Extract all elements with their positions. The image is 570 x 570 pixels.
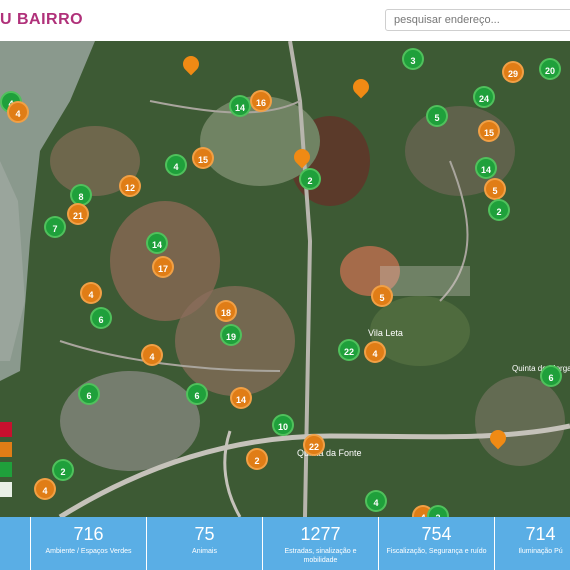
category-stats-bar: 716 Ambiente / Espaços Verdes 75 Animais…	[0, 517, 570, 570]
map-cluster-marker[interactable]: 14	[230, 387, 252, 409]
legend-swatch-light[interactable]	[0, 482, 12, 497]
stat-count: 75	[194, 524, 215, 544]
map-cluster-marker[interactable]: 6	[90, 307, 112, 329]
map-cluster-marker[interactable]: 5	[484, 178, 506, 200]
stat-count: 714	[525, 524, 556, 544]
map-cluster-marker[interactable]: 10	[272, 414, 294, 436]
map-cluster-marker[interactable]: 4	[365, 490, 387, 512]
satellite-map-background: Quinta da Fonte Vila Leta Quinta do Morg…	[0, 41, 570, 517]
map-cluster-marker[interactable]: 14	[475, 157, 497, 179]
map-cluster-marker[interactable]: 22	[338, 339, 360, 361]
category-stat[interactable]	[0, 517, 30, 570]
map-cluster-marker[interactable]: 14	[146, 232, 168, 254]
legend-swatch-orange[interactable]	[0, 442, 12, 457]
map-cluster-marker[interactable]: 16	[250, 90, 272, 112]
app-title: U BAIRRO	[0, 11, 84, 28]
stat-count: 754	[421, 524, 452, 544]
map-cluster-marker[interactable]: 29	[502, 61, 524, 83]
map-cluster-marker[interactable]: 5	[371, 285, 393, 307]
stat-label: Fiscalização, Segurança e ruído	[386, 548, 487, 555]
stat-label: Iluminação Pú	[518, 548, 563, 555]
category-stat[interactable]: 754 Fiscalização, Segurança e ruído	[378, 517, 494, 570]
map-cluster-marker[interactable]: 15	[192, 147, 214, 169]
category-stat[interactable]: 716 Ambiente / Espaços Verdes	[30, 517, 146, 570]
legend-swatch-green[interactable]	[0, 462, 12, 477]
map-cluster-marker[interactable]: 4	[364, 341, 386, 363]
map-cluster-marker[interactable]: 4	[141, 344, 163, 366]
map-cluster-marker[interactable]: 4	[80, 282, 102, 304]
place-label: Vila Leta	[368, 328, 403, 338]
map-cluster-marker[interactable]: 12	[119, 175, 141, 197]
map-cluster-marker[interactable]: 2	[488, 199, 510, 221]
map-cluster-marker[interactable]: 17	[152, 256, 174, 278]
map-cluster-marker[interactable]: 4	[165, 154, 187, 176]
stat-count: 1277	[300, 524, 341, 544]
map-cluster-marker[interactable]: 19	[220, 324, 242, 346]
map-cluster-marker[interactable]: 22	[303, 434, 325, 456]
stat-label: Ambiente / Espaços Verdes	[45, 548, 132, 555]
map-cluster-marker[interactable]: 6	[540, 365, 562, 387]
map-cluster-marker[interactable]: 24	[473, 86, 495, 108]
map-cluster-marker[interactable]: 21	[67, 203, 89, 225]
map-cluster-marker[interactable]: 15	[478, 120, 500, 142]
map-cluster-marker[interactable]: 14	[229, 95, 251, 117]
legend-swatch-red[interactable]	[0, 422, 12, 437]
map-cluster-marker[interactable]: 7	[44, 216, 66, 238]
map-cluster-marker[interactable]: 4	[7, 101, 29, 123]
map-cluster-marker[interactable]: 6	[78, 383, 100, 405]
map-cluster-marker[interactable]: 2	[52, 459, 74, 481]
category-stat[interactable]: 714 Iluminação Pú	[494, 517, 570, 570]
map-cluster-marker[interactable]: 4	[34, 478, 56, 500]
map-cluster-marker[interactable]: 18	[215, 300, 237, 322]
stat-label	[0, 523, 30, 525]
address-search-input[interactable]	[385, 9, 570, 31]
top-bar: U BAIRRO	[0, 0, 570, 42]
category-stat[interactable]: 1277 Estradas, sinalização e mobilidade	[262, 517, 378, 570]
stat-count: 716	[73, 524, 104, 544]
map-view[interactable]: Quinta da Fonte Vila Leta Quinta do Morg…	[0, 41, 570, 517]
stat-label: Animais	[192, 548, 217, 555]
map-cluster-marker[interactable]: 2	[246, 448, 268, 470]
map-cluster-marker[interactable]: 5	[426, 105, 448, 127]
stat-label: Estradas, sinalização e mobilidade	[284, 548, 357, 564]
map-cluster-marker[interactable]: 20	[539, 58, 561, 80]
map-cluster-marker[interactable]: 3	[402, 48, 424, 70]
category-stat[interactable]: 75 Animais	[146, 517, 262, 570]
map-cluster-marker[interactable]: 2	[299, 168, 321, 190]
map-cluster-marker[interactable]: 6	[186, 383, 208, 405]
